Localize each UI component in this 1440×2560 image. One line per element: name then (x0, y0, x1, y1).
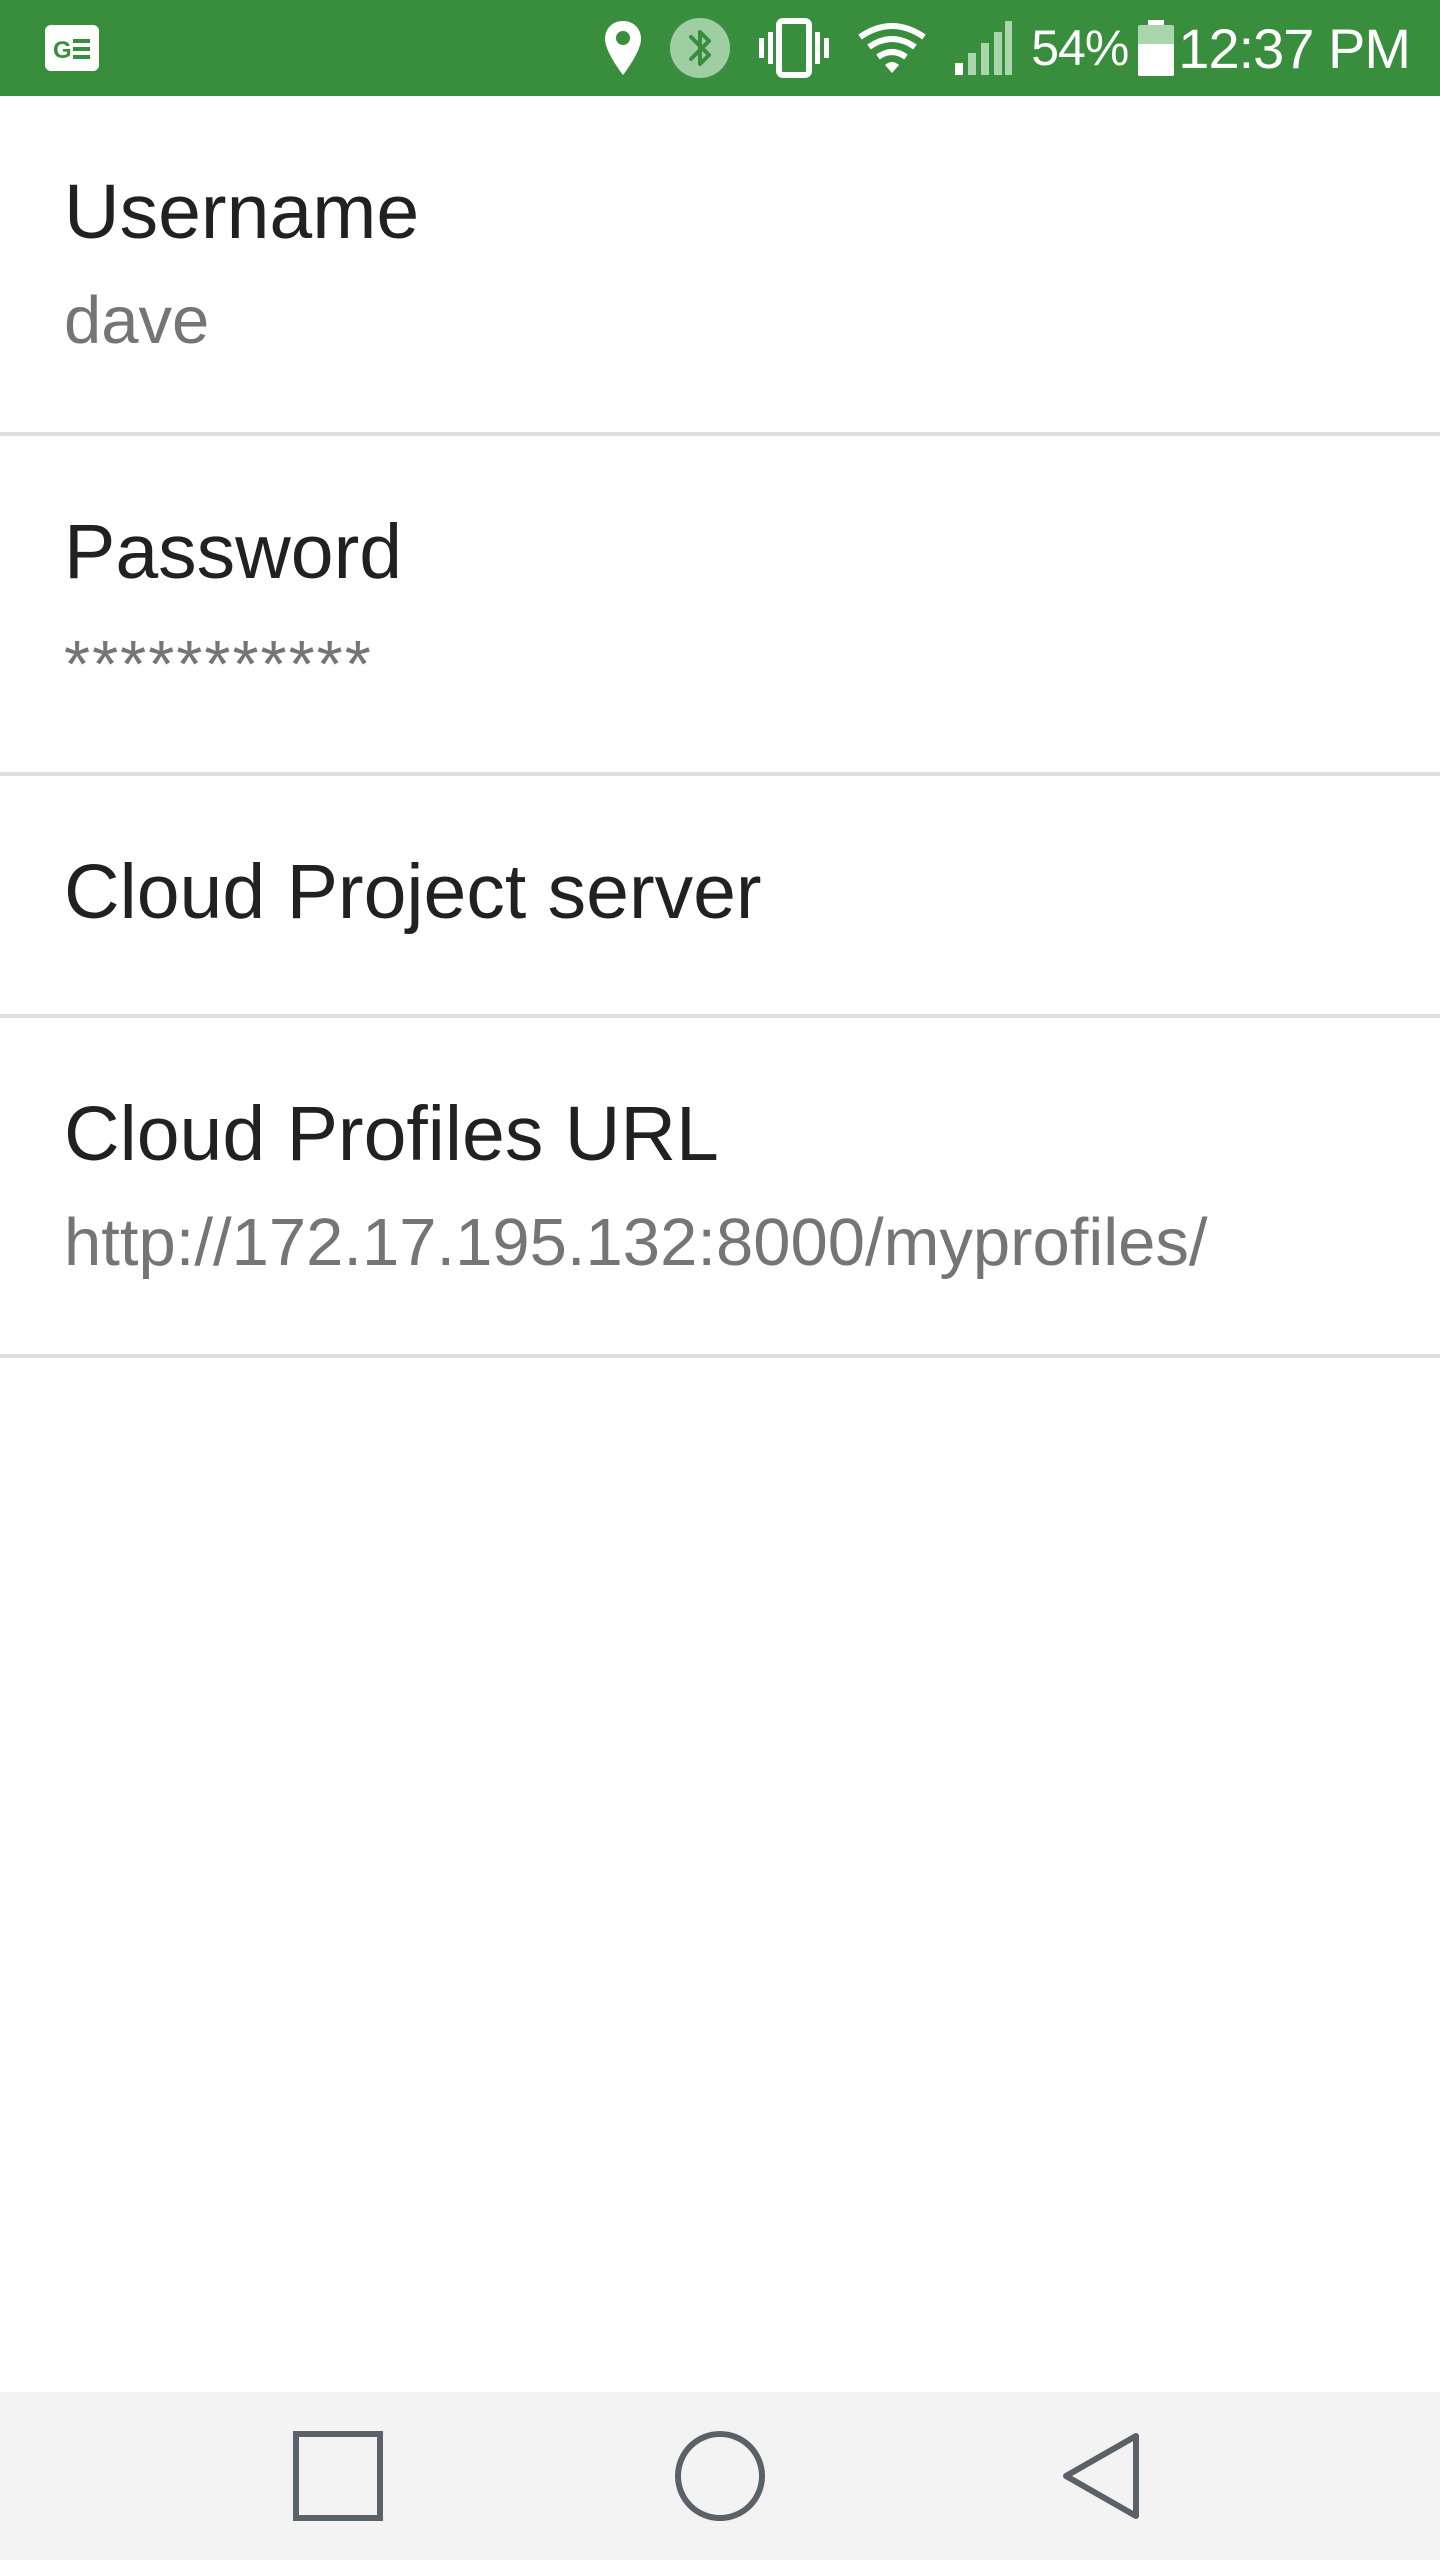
cell-signal-icon (953, 19, 1013, 77)
pref-cloud-profiles-url[interactable]: Cloud Profiles URL http://172.17.195.132… (0, 1018, 1440, 1358)
back-icon[interactable] (1052, 2426, 1152, 2526)
pref-username[interactable]: Username dave (0, 96, 1440, 436)
pref-summary: dave (64, 283, 210, 358)
vibrate-icon (757, 18, 831, 78)
preference-list: Username dave Password *********** Cloud… (0, 96, 1440, 1358)
recents-icon[interactable] (288, 2426, 388, 2526)
home-icon[interactable] (670, 2426, 770, 2526)
settings-screen: G 54% 12:37 PM Username dave Password **… (0, 0, 1440, 2560)
navigation-bar (0, 2392, 1440, 2560)
bluetooth-icon (669, 17, 731, 79)
wifi-icon (857, 21, 927, 75)
pref-summary: *********** (64, 627, 373, 702)
pref-title: Username (64, 169, 420, 255)
pref-summary: http://172.17.195.132:8000/myprofiles/ (64, 1205, 1208, 1280)
battery-icon (1138, 20, 1175, 76)
ge-notification-icon: G (44, 24, 100, 72)
location-icon (603, 19, 643, 77)
pref-title: Cloud Project server (64, 849, 762, 935)
pref-password[interactable]: Password *********** (0, 436, 1440, 776)
clock: 12:37 PM (1178, 16, 1411, 80)
pref-cloud-project-server[interactable]: Cloud Project server (0, 776, 1440, 1018)
pref-title: Password (64, 509, 403, 595)
svg-text:G: G (53, 37, 72, 64)
battery-percent: 54% (1031, 20, 1129, 76)
status-bar: G 54% 12:37 PM (0, 0, 1440, 96)
pref-title: Cloud Profiles URL (64, 1091, 719, 1177)
